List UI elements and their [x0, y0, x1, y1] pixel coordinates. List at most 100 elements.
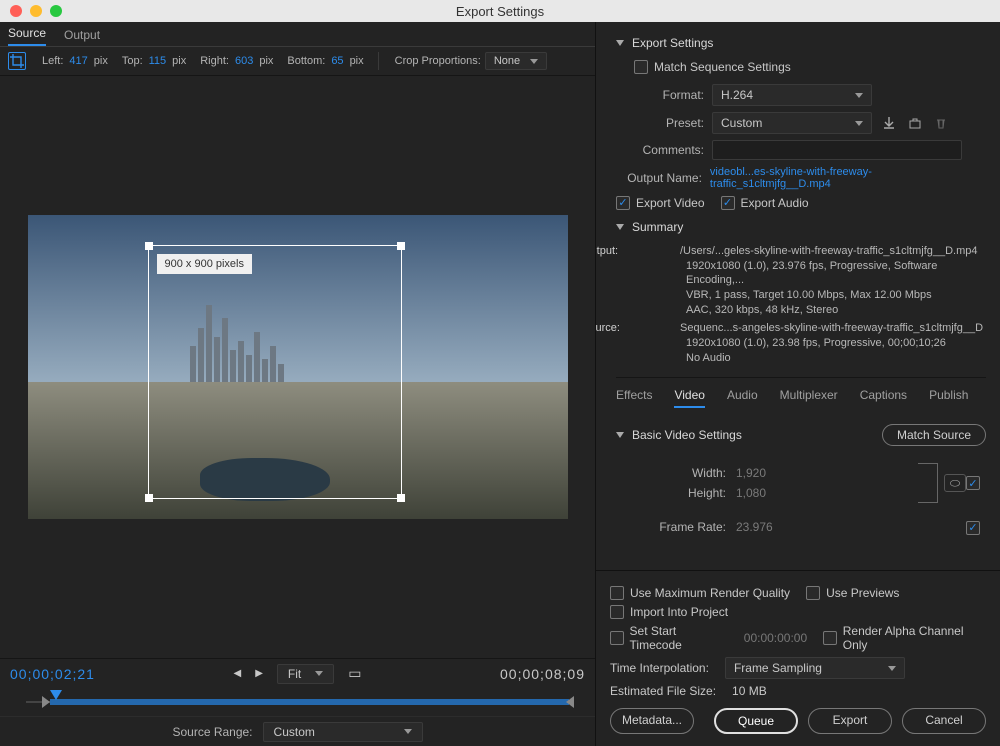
- in-point-handle[interactable]: [42, 696, 50, 708]
- time-interpolation-value: Frame Sampling: [734, 661, 822, 675]
- tab-captions[interactable]: Captions: [860, 388, 907, 408]
- frame-rate-label: Frame Rate:: [616, 520, 736, 534]
- estimated-size-value: 10 MB: [732, 684, 767, 698]
- minimize-window-button[interactable]: [30, 5, 42, 17]
- crop-divider: [378, 52, 379, 70]
- use-previews-checkbox[interactable]: [806, 586, 820, 600]
- source-range-label: Source Range:: [172, 725, 252, 739]
- tab-source[interactable]: Source: [8, 22, 46, 46]
- crop-left-value[interactable]: 417: [69, 55, 87, 67]
- export-video-checkbox[interactable]: [616, 196, 630, 210]
- use-max-render-checkbox[interactable]: [610, 586, 624, 600]
- crop-top-value[interactable]: 115: [149, 55, 167, 67]
- window-title: Export Settings: [456, 4, 544, 19]
- crop-toolbar: Left: 417 pix Top: 115 pix Right: 603 pi…: [0, 46, 595, 76]
- crop-handle-br[interactable]: [397, 494, 405, 502]
- estimated-size-label: Estimated File Size:: [610, 684, 716, 698]
- frame-rate-value[interactable]: 23.976: [736, 520, 773, 534]
- step-back-icon[interactable]: ◀: [234, 668, 242, 679]
- tab-multiplexer[interactable]: Multiplexer: [780, 388, 838, 408]
- out-point-handle[interactable]: [566, 696, 574, 708]
- playhead[interactable]: [50, 690, 62, 700]
- crop-bottom-label: Bottom:: [287, 55, 325, 67]
- import-preset-icon[interactable]: [906, 114, 924, 132]
- match-sequence-checkbox[interactable]: [634, 60, 648, 74]
- preset-dropdown[interactable]: Custom: [712, 112, 872, 134]
- link-dimensions-icon[interactable]: ⬭: [944, 474, 966, 492]
- summary-source-l3: No Audio: [634, 351, 986, 365]
- save-preset-icon[interactable]: [880, 114, 898, 132]
- export-settings-header[interactable]: Export Settings: [616, 36, 986, 50]
- render-alpha-checkbox[interactable]: [823, 631, 837, 645]
- duration-timecode: 00;00;08;09: [500, 666, 585, 682]
- tab-effects[interactable]: Effects: [616, 388, 652, 408]
- summary-header[interactable]: Summary: [616, 220, 986, 234]
- window-titlebar: Export Settings: [0, 0, 1000, 22]
- crop-proportions-dropdown[interactable]: None: [485, 52, 547, 70]
- time-interpolation-dropdown[interactable]: Frame Sampling: [725, 657, 905, 679]
- format-dropdown[interactable]: H.264: [712, 84, 872, 106]
- set-start-timecode-label: Set Start Timecode: [630, 624, 728, 652]
- zoom-fit-dropdown[interactable]: Fit: [277, 664, 334, 684]
- match-source-button[interactable]: Match Source: [882, 424, 986, 446]
- tab-audio[interactable]: Audio: [727, 388, 758, 408]
- summary-block: Output:/Users/...geles-skyline-with-free…: [634, 244, 986, 365]
- export-audio-checkbox[interactable]: [721, 196, 735, 210]
- tab-output[interactable]: Output: [64, 24, 100, 46]
- delete-preset-icon[interactable]: [932, 114, 950, 132]
- summary-source-l1: Sequenc...s-angeles-skyline-with-freeway…: [680, 322, 983, 334]
- summary-source-label: Source:: [634, 321, 680, 335]
- crop-bottom-value[interactable]: 65: [331, 55, 343, 67]
- chevron-down-icon: [888, 666, 896, 671]
- metadata-button[interactable]: Metadata...: [610, 708, 694, 734]
- comments-input[interactable]: [712, 140, 962, 160]
- crop-tool-icon[interactable]: [8, 52, 26, 70]
- start-timecode-value[interactable]: 00:00:00:00: [744, 631, 807, 645]
- current-timecode[interactable]: 00;00;02;21: [10, 666, 95, 682]
- step-fwd-icon[interactable]: ▶: [255, 668, 263, 679]
- output-name-link[interactable]: videobl...es-skyline-with-freeway-traffi…: [710, 166, 986, 190]
- crop-rectangle[interactable]: 900 x 900 pixels: [148, 245, 402, 499]
- use-max-render-label: Use Maximum Render Quality: [630, 586, 790, 600]
- import-into-project-checkbox[interactable]: [610, 605, 624, 619]
- crop-proportions-value: None: [494, 55, 520, 67]
- tab-publish[interactable]: Publish: [929, 388, 968, 408]
- crop-proportions-label: Crop Proportions:: [395, 55, 481, 67]
- match-framerate-checkbox[interactable]: [966, 521, 980, 535]
- crop-left-label: Left:: [42, 55, 63, 67]
- match-sequence-label: Match Sequence Settings: [654, 60, 791, 74]
- close-window-button[interactable]: [10, 5, 22, 17]
- basic-video-header[interactable]: Basic Video Settings: [616, 428, 742, 442]
- disclosure-icon: [616, 40, 624, 46]
- settings-scroll[interactable]: Export Settings Match Sequence Settings …: [596, 22, 1000, 570]
- aspect-ratio-icon[interactable]: ▭: [348, 665, 361, 682]
- height-value[interactable]: 1,080: [736, 486, 786, 500]
- export-video-label: Export Video: [636, 196, 705, 210]
- chevron-down-icon: [315, 671, 323, 676]
- preview-tabs: Source Output: [0, 22, 595, 46]
- maximize-window-button[interactable]: [50, 5, 62, 17]
- crop-handle-tl[interactable]: [145, 242, 153, 250]
- tab-video[interactable]: Video: [674, 388, 704, 408]
- export-button[interactable]: Export: [808, 708, 892, 734]
- source-range-dropdown[interactable]: Custom: [263, 722, 423, 742]
- set-start-timecode-checkbox[interactable]: [610, 631, 624, 645]
- video-preview[interactable]: 900 x 900 pixels: [0, 76, 595, 658]
- summary-output-l1: /Users/...geles-skyline-with-freeway-tra…: [680, 245, 978, 257]
- crop-handle-bl[interactable]: [145, 494, 153, 502]
- timeline[interactable]: [0, 688, 595, 716]
- width-value[interactable]: 1,920: [736, 466, 786, 480]
- source-range-value: Custom: [274, 725, 315, 739]
- summary-title: Summary: [632, 220, 683, 234]
- match-dimensions-checkbox[interactable]: [966, 476, 980, 490]
- queue-button[interactable]: Queue: [714, 708, 798, 734]
- use-previews-label: Use Previews: [826, 586, 899, 600]
- crop-handle-tr[interactable]: [397, 242, 405, 250]
- cancel-button[interactable]: Cancel: [902, 708, 986, 734]
- preset-label: Preset:: [616, 116, 704, 130]
- crop-right-value[interactable]: 603: [235, 55, 253, 67]
- chevron-down-icon: [530, 59, 538, 64]
- disclosure-icon: [616, 224, 624, 230]
- summary-output-l3: VBR, 1 pass, Target 10.00 Mbps, Max 12.0…: [634, 288, 986, 302]
- timeline-range[interactable]: [50, 699, 569, 705]
